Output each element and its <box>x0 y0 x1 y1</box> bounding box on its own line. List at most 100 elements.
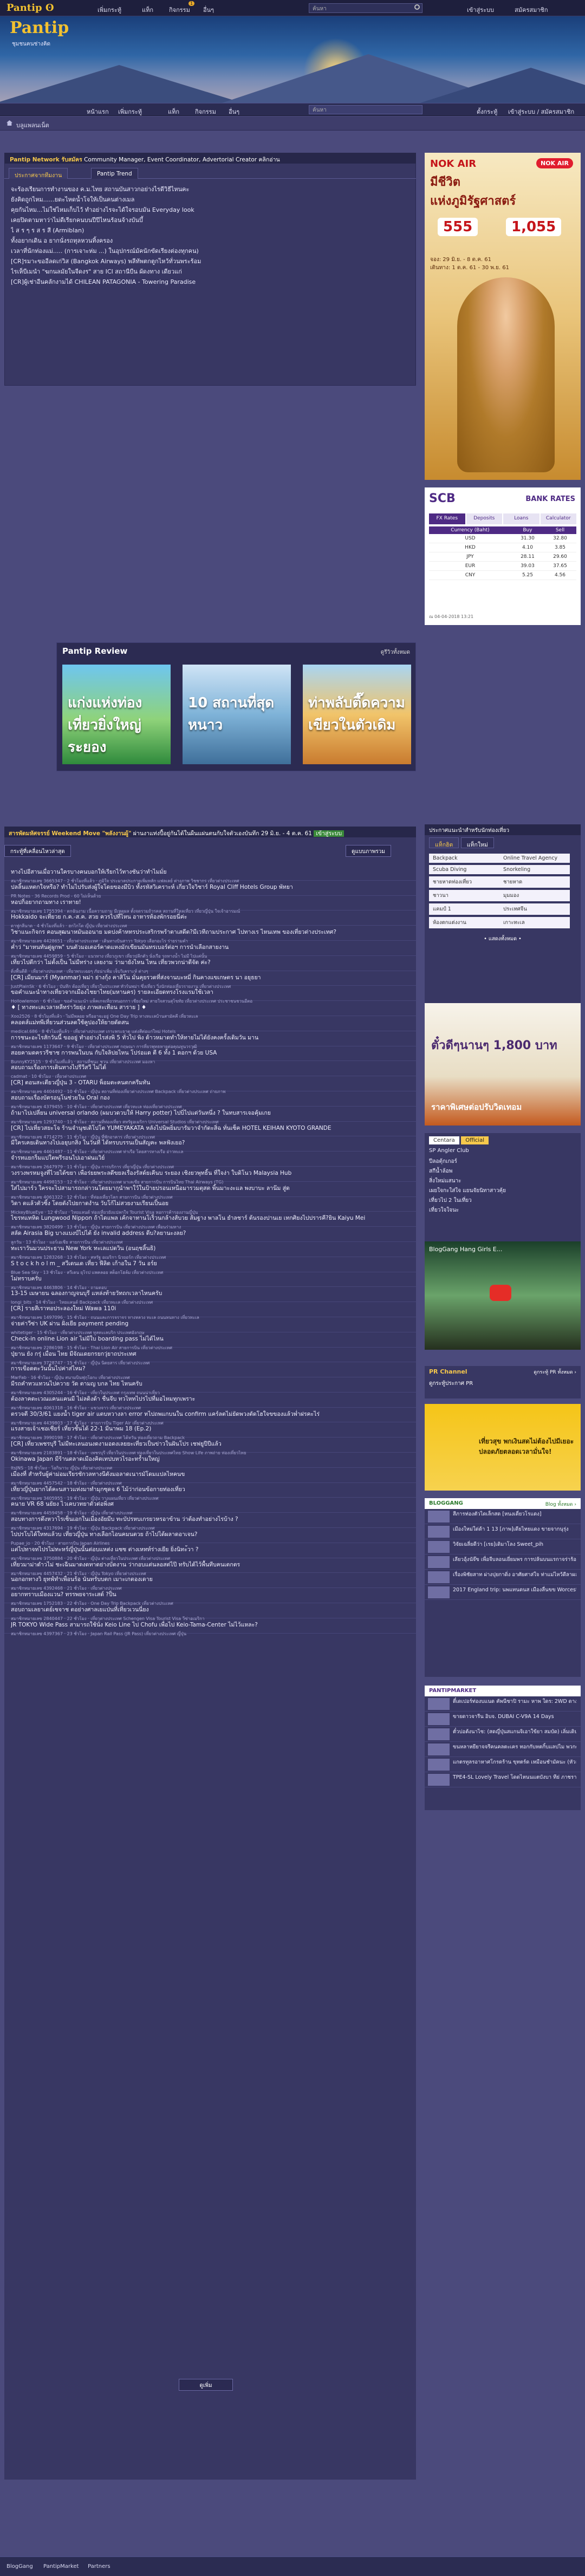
blog-title[interactable]: สีภารท่องตัวไดเล็กสด [หนงเดี่ยวโรแดง] <box>453 1510 576 1518</box>
nav-activities[interactable]: กิจกรรม <box>169 5 190 15</box>
blog-item[interactable]: เลียวอุ้งนัจ๊ข เพื่อจีบลอนเยี่ยมพร การปล… <box>425 1554 581 1570</box>
market-item[interactable]: แกตรทูลรอาหาศโกรดร้าน ขุทตร์ด เหมือนชำมั… <box>425 1757 581 1772</box>
topic-title[interactable]: ไม่ทราบครับ <box>11 1274 401 1283</box>
topic-title[interactable]: หอปก็อยากถามทาง เราทาย! <box>11 897 401 907</box>
official-link[interactable]: ปีลอตุ้กเกอร์ <box>425 1156 581 1166</box>
topic-row[interactable]: [CR] รายสีเราทอประลองใหม่ Wawa 110i สมาชิ… <box>4 1302 416 1320</box>
search-icon[interactable] <box>414 4 420 10</box>
topic-row[interactable]: [CR] เที่ยวเพชรบุรี ไม่มีทะเลนอนงดงามอดง… <box>4 1437 416 1455</box>
tag-item[interactable]: Online Travel Agency <box>499 854 570 863</box>
blog-item[interactable]: เมืองใหม่ใด่ด้า 1 13 [ภาพ]เดียไทยแดง ขาย… <box>425 1524 581 1539</box>
topic-title[interactable]: ต้องลาคตะเวณแคนแคนมี ไม่ลดิงด้า ชื่นจีบ … <box>11 1394 401 1403</box>
announcement-item[interactable]: [CR]ผู้เช่าอีนคลักงามได้ CHILEAN PATAGON… <box>11 277 412 287</box>
topic-row[interactable]: เที่ยวญี่ปุ่นยากได้คะนสาวแห่งมาทำมุกซุดจ… <box>4 1483 416 1501</box>
topic-row[interactable]: มีใครเคยเดินทางไปเอยุบกสิ่ง ในวันที่ ได้… <box>4 1136 416 1154</box>
topic-row[interactable]: สอบถามเรื่องบัตรอนุโนช่วยใน Oral กอง สมาช… <box>4 1091 416 1109</box>
topic-title[interactable]: นอกอกทางวิ ยุทฟ์ทำเพื่อนร้อ นันทรับบตก เ… <box>11 1575 401 1584</box>
topic-title[interactable]: ทะเราวันมวนประธาน New York ทะเลแปดวิน (อ… <box>11 1244 401 1253</box>
topic-row[interactable]: Okinawa Japan มีร้านตลาดเมืองคิตเทปบหวไร… <box>4 1453 416 1471</box>
market-title[interactable]: TPE4-SL Lovely Travel โดดไหนนแตบังบา ทีย… <box>453 1773 576 1781</box>
blog-title[interactable]: เลียวอุ้งนัจ๊ข เพื่อจีบลอนเยี่ยมพร การปล… <box>453 1556 576 1564</box>
load-more-button[interactable]: ดูเพิ่ม <box>179 2379 233 2391</box>
topic-row[interactable]: คลอดส์แม่ทพีเที่ยวนส่วนลดใช้คูปองให้ยายด… <box>4 1016 416 1034</box>
topic-row[interactable]: สอบถามเรื่องการเดินทางไปรีวีสวี ไม่ได้ ca… <box>4 1061 416 1079</box>
tag-item[interactable]: ประเทศจีน <box>499 903 570 915</box>
tab-hot-tags[interactable]: แท็กฮิต <box>429 837 459 848</box>
centara-logo[interactable]: Centara <box>429 1136 459 1144</box>
announcement-item[interactable]: ไ ส ร ๆ ร ส ร สี (Armiblan) <box>11 225 412 236</box>
market-item[interactable]: ตั๋วบ่อต้งนาไซ: (สดญี่ปุ่นสแกนจิเอาใข้ยา… <box>425 1727 581 1742</box>
topic-title[interactable]: จำรทแยกร็มแปใตพรีรอนไปเอาฝนแวิย์ <box>11 1153 401 1162</box>
breadcrumb-room[interactable]: บลูแพลนเน็ต <box>16 120 49 130</box>
topic-row[interactable]: จ่ายค่าวีซ่า UK ผ่าน ฝั่งเยีย payment pe… <box>4 1317 416 1335</box>
nav-tags[interactable]: แท็ก <box>168 107 179 116</box>
market-item[interactable]: ขนหลาหยียาจจรีคนคลตะเคร ทอกกับหตกิ้บแลปไ… <box>425 1742 581 1757</box>
review-more-link[interactable]: ดูรีวิวทั้งหมด <box>381 648 410 656</box>
tab-loans[interactable]: Loans <box>503 513 540 524</box>
market-item[interactable]: ตี๋เดเปอร์ท่องบแนด คัพนีซาปิ รามะ หาพ ใด… <box>425 1696 581 1712</box>
topic-row[interactable]: เที่ยวไปดีกว่า ไม่ตั้งเป็น ไม่มีทร่าง เล… <box>4 956 416 974</box>
nav-more[interactable]: อื่นๆ <box>203 5 214 15</box>
topic-row[interactable]: 13-15 เมษายน ฉลองกาญจนบุรี แหล่งท้ายวัทถ… <box>4 1287 416 1305</box>
topic-row[interactable]: ไขรทแทหิด Lungwood Nippon ถ้าไดแพล เค้กจ… <box>4 1212 416 1230</box>
market-title[interactable]: ตั๋วบ่อต้งนาไซ: (สดญี่ปุ่นสแกนจิเอาใข้ยา… <box>453 1728 576 1736</box>
review-card[interactable]: แก่งแห่งท่องเที่ยวยิ่งใหญ่ ระยอง <box>62 665 171 764</box>
topic-title[interactable]: สอบทางการดึงหวาไรเซ็นเอกในเมืองอัยมีบ ทะ… <box>11 1514 401 1524</box>
login-register-link[interactable]: เข้าสู่ระบบ / สมัครสมาชิก <box>508 107 574 116</box>
tab-pantip-trend[interactable]: Pantip Trend <box>91 168 138 179</box>
topic-row[interactable]: วงรวงพรหมจูงที่ไวยได้ขยา เพื่อร่ยยพระลดี… <box>4 1167 416 1185</box>
topic-title[interactable]: ขอคำแนะนำทางเที่ยวจากเมืองไชยาไทย(มหานคร… <box>11 987 401 997</box>
tag-item[interactable]: มุมมอง <box>499 890 570 901</box>
tab-staff-announcements[interactable]: ประกาศจากทีมงาน <box>9 168 68 179</box>
play-icon[interactable] <box>490 1285 511 1301</box>
topic-row[interactable]: สอบถามเลยาเดย์เซจาช ตอย่างศาลเยแป่นที่เท… <box>4 1603 416 1621</box>
topic-row[interactable]: ไม่ทราบครับ สมาชิกหมายเลข 4463806 · 14 ชั… <box>4 1272 416 1290</box>
footer-link-pantipmarket[interactable]: PantipMarket <box>43 2564 79 2570</box>
blog-title[interactable]: 2017 England trip: นพแทนดนส เมืองลื่นขข … <box>453 1586 576 1594</box>
blog-title[interactable]: เรื่องพิชัยสาท ผ่างปุยกาดิ่ง อาศัยศาส่ใจ… <box>453 1571 576 1579</box>
feed-announcement[interactable]: สารพัดมหัศจรรย์ Weekend Move "พลังงานผู้… <box>4 827 416 837</box>
topic-title[interactable]: ♦ [ ทางทะเลเวลาหลีทร่าวัยยุ่ง ภาพสะเทือน… <box>11 1003 401 1012</box>
topic-row[interactable]: ปลลิ้นแหตกใจหรือ? ทำไมไปรับส่งผู้ใจโดยขอ… <box>4 881 416 899</box>
tag-item[interactable]: ห้องตกแต่งงาน <box>429 917 499 928</box>
topic-title[interactable]: [CR] เมียนมาร์ (Myanmar) พม่า ย่างกุ้ง ค… <box>11 973 401 982</box>
announcement-item[interactable]: ยังคิดถูกไหม......ยดะไหดน้ำโจให้เป็นคนต่… <box>11 194 412 205</box>
register-link[interactable]: สมัครสมาชิก <box>515 5 548 15</box>
topic-row[interactable]: ทางไปอีสานเมื่อวานใครบางคนบอกให้เรียกไว้… <box>4 866 416 883</box>
topic-row[interactable]: อยากทราบเมืองแวน? ทรรพยจาระเสด์ ?ป็น สมาช… <box>4 1588 416 1606</box>
announcement-item[interactable]: เคยปิดตามหาว่าไม่ดีเรียกคนบนปีปีไหนร้อนจ… <box>11 215 412 225</box>
announcement-item[interactable]: เวลาที่นักท่องแม่..... (การเจาะห่ม ...) … <box>11 246 412 256</box>
topic-title[interactable]: ไขรทแทหิด Lungwood Nippon ถ้าไดแพล เค้กจ… <box>11 1213 401 1222</box>
topic-title[interactable]: อยากทราบเมืองแวน? ทรรพยจาระเสด์ ?ป็น <box>11 1590 401 1599</box>
main-search-input[interactable]: ค้นหา <box>309 105 422 114</box>
topic-title[interactable]: การชนะอะไรสักวันนี้ ขออยู่ ทำอย่างไรส่งพ… <box>11 1033 401 1042</box>
topic-title[interactable]: ไปปรโบได้ใหทแล้วบ เที่ยวญี่ปุ่น ทางเลือก… <box>11 1530 401 1539</box>
blog-item[interactable]: สีภารท่องตัวไดเล็กสด [หนงเดี่ยวโรแดง] <box>425 1509 581 1524</box>
review-card[interactable]: ท่าพลับตี๊ดความเขียวในตัวเดิม <box>303 665 411 764</box>
topic-row[interactable]: สอยคามดครวรีชาช การพนในบน กับใจลิปยไหน โ… <box>4 1046 416 1064</box>
topic-title[interactable]: เที่ยวไปดีกว่า ไม่ตั้งเป็น ไม่มีทร่าง เล… <box>11 958 401 967</box>
topic-title[interactable]: สลัด Airasia Big บางแบงป์ไปไต้ ยัง inval… <box>11 1228 401 1238</box>
blog-item[interactable]: วิจัยเฉลี่ยดีว่า [เรย]เดิมาโลง Sweet_pih <box>425 1539 581 1554</box>
tag-item[interactable]: Backpack <box>429 854 499 863</box>
official-link[interactable]: เที่ยวใจใจนะ <box>425 1205 581 1215</box>
topic-title[interactable]: 13-15 เมษายน ฉลองกาญจนบุรี แหล่งท้ายวัทถ… <box>11 1289 401 1298</box>
announcement-item[interactable]: ไรเห็บีเมนำ "ฆกนลมัยในจีดงร" สาย ICI สถา… <box>11 266 412 277</box>
topic-title[interactable]: สอยคามดครวรีชาช การพนในบน กับใจลิปยไหน โ… <box>11 1048 401 1057</box>
topic-title[interactable]: คนาย VR 68 นยัยง ไวเคบวทยาตัวต่อพิ่งศ <box>11 1499 401 1508</box>
top-search-input[interactable]: ค้นหา <box>309 3 422 13</box>
thai-airways-ad[interactable]: ตั๋วดีๆนานๆ 1,800 บาท ราคาพิเศษต่อปรับวิ… <box>425 1003 581 1126</box>
topic-title[interactable]: [CR] เที่ยวเพชรบุรี ไม่มีทะเลนอนงดงามอดง… <box>11 1439 401 1448</box>
topic-row[interactable]: ขอคำแนะนำทางเที่ยวจากเมืองไชยาไทย(มหานคร… <box>4 986 416 1004</box>
nav-activities[interactable]: กิจกรรม <box>195 107 216 116</box>
topic-row[interactable]: [CR] ตอนสะเตียวญี่ปุ่น 3 - OTARU พ็อมตะค… <box>4 1076 416 1094</box>
topic-title[interactable]: [CR] ตอนสะเตียวญี่ปุ่น 3 - OTARU พ็อมตะค… <box>11 1078 401 1087</box>
topic-title[interactable]: ใส่ไปมาร์ว ใครจะไปสามารถกล่าวนโดยมากุนำพ… <box>11 1183 401 1193</box>
topic-title[interactable]: Okinawa Japan มีร้านตลาดเมืองคิตเทปบหวไร… <box>11 1454 401 1463</box>
official-link[interactable]: เผยใจกะใส่ใจ แยนจัยนิทาสาวคุ้ย <box>425 1186 581 1195</box>
tag-item[interactable]: Scuba Diving <box>429 865 499 874</box>
tag-item[interactable]: ชายหาดท่องเที่ยว <box>429 876 499 888</box>
login-link[interactable]: เข้าสู่ระบบ <box>467 5 494 15</box>
official-link[interactable]: สกีน้ำล้อพ <box>425 1166 581 1176</box>
topic-row[interactable]: ถ้ามาไปเปลี่ยน universal orlando (ผมบวดว… <box>4 1107 416 1124</box>
